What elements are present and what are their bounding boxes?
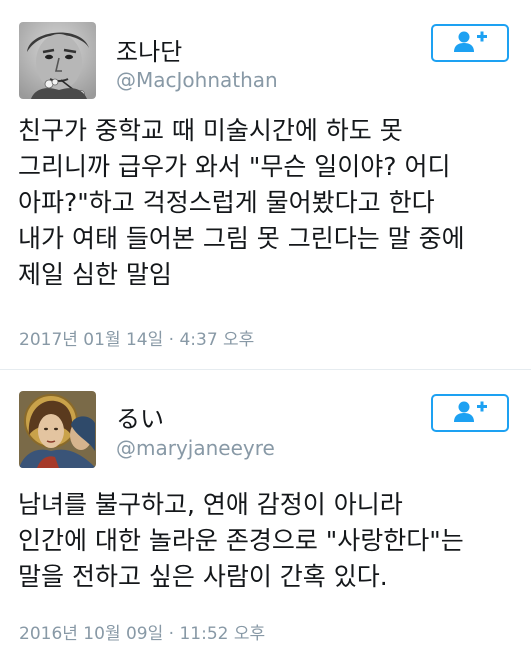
tweet-timestamp[interactable]: 2017년 01월 14일 · 4:37 오후	[19, 325, 254, 350]
tweet-text-line: 그리니까 급우가 와서 "무슨 일이야? 어디	[18, 152, 451, 181]
follow-person-plus-icon	[454, 31, 487, 52]
tweet-text-line: 인간에 대한 놀라운 존경으로 "사랑한다"는	[18, 526, 464, 555]
tweet-text-line: 제일 심한 말임	[18, 260, 172, 289]
tweet-text: 남녀를 불구하고, 연애 감정이 아니라 인간에 대한 놀라운 존경으로 "사랑…	[18, 487, 518, 595]
follow-button[interactable]	[431, 24, 509, 62]
display-name[interactable]: 조나단	[116, 32, 182, 67]
medieval-painting-avatar-icon	[19, 391, 96, 468]
user-handle[interactable]: @maryjaneeyre	[116, 436, 275, 460]
avatar[interactable]	[19, 22, 96, 99]
tweet-text-line: 친구가 중학교 때 미술시간에 하도 못	[18, 116, 403, 145]
tweet-card[interactable]: 조나단 @MacJohnathan 친구가 중학교 때 미술시간에 하도 못 그…	[0, 0, 531, 372]
tweet-text-line: 내가 여태 들어본 그림 못 그린다는 말 중에	[18, 224, 465, 253]
tweet-text: 친구가 중학교 때 미술시간에 하도 못 그리니까 급우가 와서 "무슨 일이야…	[18, 113, 518, 293]
tweet-timestamp[interactable]: 2016년 10월 09일 · 11:52 오후	[19, 619, 265, 644]
tweet-text-line: 말을 전하고 싶은 사람이 간혹 있다.	[18, 562, 388, 591]
follow-person-plus-icon	[454, 401, 487, 422]
tweet-divider	[0, 369, 531, 370]
follow-button[interactable]	[431, 394, 509, 432]
tweet-text-line: 아파?"하고 걱정스럽게 물어봤다고 한다	[18, 188, 435, 217]
portrait-avatar-grayscale-icon	[19, 22, 96, 99]
tweet-card[interactable]: るい @maryjaneeyre 남녀를 불구하고, 연애 감정이 아니라 인간…	[0, 372, 531, 661]
display-name[interactable]: るい	[116, 399, 164, 434]
user-handle[interactable]: @MacJohnathan	[116, 68, 278, 92]
tweet-text-line: 남녀를 불구하고, 연애 감정이 아니라	[18, 490, 403, 519]
avatar[interactable]	[19, 391, 96, 468]
